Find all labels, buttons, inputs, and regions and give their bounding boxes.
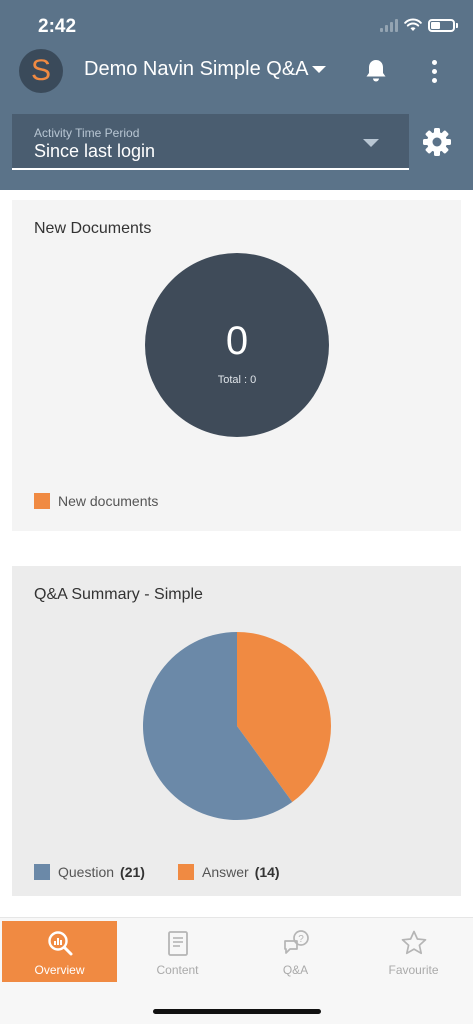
more-options-icon[interactable] (424, 56, 444, 86)
app-logo[interactable]: S (19, 49, 63, 93)
bell-icon[interactable] (364, 58, 388, 84)
chevron-down-icon (363, 139, 379, 147)
nav-label: Q&A (282, 963, 309, 977)
nav-content[interactable]: Content (120, 921, 235, 982)
nav-favourite[interactable]: Favourite (356, 921, 471, 982)
legend-item-answer: Answer (14) (178, 864, 280, 880)
status-icons (380, 18, 458, 32)
nav-label: Overview (34, 963, 85, 977)
gear-icon[interactable] (422, 127, 452, 157)
period-label: Activity Time Period (34, 126, 140, 140)
status-bar: 2:42 (0, 0, 473, 46)
qa-icon: ? (283, 930, 309, 954)
legend-item-new-documents: New documents (34, 493, 158, 509)
app-bar: S Demo Navin Simple Q&A (0, 46, 473, 96)
nav-qa[interactable]: ? Q&A (238, 921, 353, 982)
legend-count: (21) (120, 864, 145, 880)
activity-period-select[interactable]: Activity Time Period Since last login (12, 114, 409, 170)
star-icon (401, 930, 426, 955)
new-documents-count: 0 (225, 319, 249, 363)
qa-summary-card: Q&A Summary - Simple Question (21) Answe… (12, 566, 461, 896)
nav-label: Content (156, 963, 199, 977)
signal-icon (380, 18, 398, 32)
card-title: New Documents (34, 220, 152, 237)
overview-icon (47, 931, 72, 956)
legend-label: New documents (58, 493, 159, 509)
logo-letter: S (30, 54, 51, 87)
nav-label: Favourite (388, 963, 439, 977)
chevron-down-icon (311, 66, 326, 73)
bottom-nav: Overview Content ? Q&A Favourite (0, 917, 473, 1024)
new-documents-circle[interactable]: 0 Total : 0 (145, 253, 329, 437)
content-icon (167, 931, 188, 956)
new-documents-total: Total : 0 (217, 374, 257, 386)
nav-overview[interactable]: Overview (2, 921, 117, 982)
app-header: 2:42 S Demo Navin Simple Q&A Activity Ti… (0, 0, 473, 190)
status-time: 2:42 (38, 16, 77, 37)
qa-pie-chart[interactable] (142, 631, 332, 821)
svg-text:?: ? (298, 934, 304, 945)
card-title: Q&A Summary - Simple (34, 586, 203, 603)
wifi-icon (404, 18, 422, 31)
battery-icon (428, 18, 458, 32)
home-indicator (153, 1009, 321, 1014)
legend-item-question: Question (21) (34, 864, 145, 880)
legend-label: Question (58, 864, 115, 880)
workspace-title: Demo Navin Simple Q&A (84, 58, 309, 80)
workspace-selector[interactable]: Demo Navin Simple Q&A (84, 58, 326, 81)
legend-label: Answer (202, 864, 249, 880)
legend-swatch (34, 493, 50, 509)
new-documents-card: New Documents 0 Total : 0 New documents (12, 200, 461, 531)
period-value: Since last login (34, 141, 156, 161)
legend-count: (14) (254, 864, 280, 880)
legend-swatch (34, 864, 50, 880)
legend-swatch (178, 864, 194, 880)
